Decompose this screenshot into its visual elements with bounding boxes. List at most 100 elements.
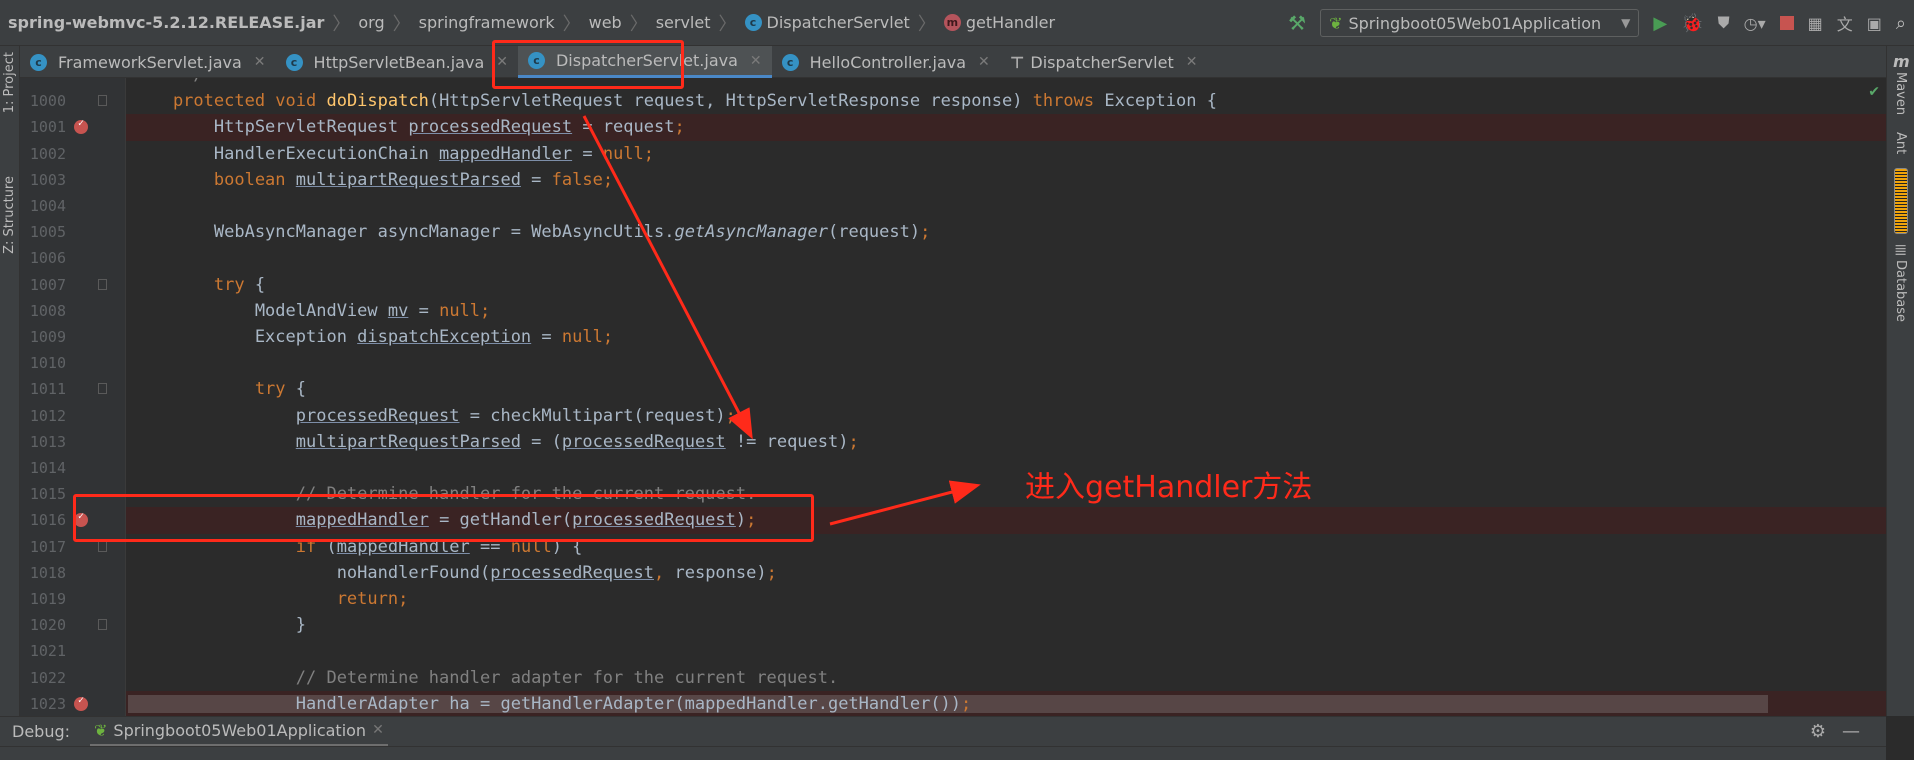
- gear-icon[interactable]: ⚙: [1810, 721, 1826, 742]
- fold-marker-icon[interactable]: [98, 95, 107, 107]
- code-line[interactable]: 1011 try {: [20, 376, 1886, 402]
- debug-bug-icon[interactable]: 🐞: [1681, 13, 1703, 34]
- breadcrumb-item[interactable]: spring-webmvc-5.2.12.RELEASE.jar: [8, 13, 324, 32]
- database-tool-button[interactable]: Database: [1893, 260, 1908, 322]
- code-line[interactable]: 1019 return;: [20, 586, 1886, 612]
- structure-icon: ⊤: [1009, 52, 1025, 72]
- minimize-icon[interactable]: —: [1842, 721, 1860, 742]
- code-token: ;: [725, 405, 736, 426]
- search-icon[interactable]: ⌕: [1896, 13, 1906, 34]
- annotation-box-tab: [492, 40, 684, 89]
- close-icon[interactable]: ✕: [1186, 54, 1198, 70]
- code-token: multipartRequestParsed: [295, 431, 521, 452]
- code-line[interactable]: */: [20, 78, 1886, 88]
- main-toolbar: ⚒ ❦ Springboot05Web01Application ▼ ▶ 🐞 ⛊…: [1288, 0, 1906, 46]
- translate-icon[interactable]: 文: [1837, 11, 1853, 35]
- ant-tool-button[interactable]: Ant: [1893, 132, 1908, 154]
- line-number: 1005: [29, 223, 66, 242]
- method-icon: m: [943, 14, 961, 31]
- project-structure-icon[interactable]: ▦: [1808, 14, 1823, 33]
- breadcrumb-separator-icon: 〉: [332, 13, 351, 35]
- code-line[interactable]: 1009 Exception dispatchException = null;: [20, 324, 1886, 350]
- code-token: multipartRequestParsed: [295, 169, 521, 190]
- code-text: */: [132, 78, 203, 88]
- breadcrumb-item[interactable]: servlet: [656, 13, 711, 32]
- fold-marker-icon[interactable]: [98, 383, 107, 395]
- code-line[interactable]: 1006: [20, 245, 1886, 271]
- fold-marker-icon[interactable]: [98, 278, 107, 290]
- close-icon[interactable]: ✕: [372, 722, 384, 738]
- code-line[interactable]: 1012 processedRequest = checkMultipart(r…: [20, 403, 1886, 429]
- coverage-icon[interactable]: ⛊: [1718, 13, 1730, 33]
- code-line[interactable]: 1004: [20, 193, 1886, 219]
- run-icon[interactable]: ▶: [1653, 13, 1667, 34]
- line-number: 1010: [29, 354, 66, 373]
- breadcrumb-item[interactable]: c DispatcherServlet: [744, 13, 910, 32]
- terminal-icon[interactable]: ▣: [1867, 14, 1882, 33]
- code-line[interactable]: 1010: [20, 350, 1886, 376]
- run-configuration-label: Springboot05Web01Application: [1348, 13, 1602, 33]
- breadcrumb-item[interactable]: org: [358, 13, 384, 32]
- code-text: multipartRequestParsed = (processedReque…: [132, 429, 859, 455]
- profiler-icon[interactable]: ◷▾: [1744, 14, 1766, 33]
- code-line[interactable]: 1020 }: [20, 612, 1886, 638]
- code-token: != request): [725, 431, 849, 452]
- breadcrumb-item[interactable]: springframework: [419, 13, 555, 32]
- code-line[interactable]: 1005 WebAsyncManager asyncManager = WebA…: [20, 219, 1886, 245]
- code-line[interactable]: 1018 noHandlerFound(processedRequest, re…: [20, 560, 1886, 586]
- structure-tool-button[interactable]: Z: Structure: [2, 176, 17, 254]
- code-token: getAsyncManager: [674, 222, 828, 243]
- breadcrumb-item[interactable]: m getHandler: [943, 13, 1055, 32]
- tab-frameworkservlet-java[interactable]: c FrameworkServlet.java ✕: [20, 46, 276, 78]
- stop-icon[interactable]: [1779, 16, 1794, 30]
- code-text: boolean multipartRequestParsed = false;: [132, 167, 613, 193]
- code-line[interactable]: 1023 HandlerAdapter ha = getHandlerAdapt…: [30, 688, 1886, 716]
- tab-httpservletbean-java[interactable]: c HttpServletBean.java ✕: [276, 46, 518, 78]
- breadcrumb-label: DispatcherServlet: [766, 13, 910, 32]
- code-line[interactable]: 1001 HttpServletRequest processedRequest…: [30, 111, 1886, 141]
- close-icon[interactable]: ✕: [750, 53, 762, 69]
- code-line[interactable]: 1014: [20, 455, 1886, 481]
- code-editor[interactable]: ✔ */1000 protected void doDispatch(HttpS…: [20, 78, 1886, 716]
- close-icon[interactable]: ✕: [254, 54, 266, 70]
- code-line[interactable]: 1002 HandlerExecutionChain mappedHandler…: [20, 141, 1886, 167]
- code-token: try: [132, 379, 296, 400]
- fold-marker-icon[interactable]: [98, 540, 107, 552]
- close-icon[interactable]: ✕: [978, 54, 990, 70]
- code-line[interactable]: 1008 ModelAndView mv = null;: [20, 298, 1886, 324]
- line-number: 1008: [29, 301, 66, 320]
- run-configuration-dropdown[interactable]: ❦ Springboot05Web01Application ▼: [1320, 9, 1640, 37]
- code-token: = checkMultipart(request): [459, 405, 726, 426]
- code-text: // Determine handler adapter for the cur…: [132, 665, 838, 691]
- code-line[interactable]: 1013 multipartRequestParsed = (processed…: [20, 429, 1886, 455]
- maven-tool-button[interactable]: Maven: [1893, 72, 1908, 115]
- code-line[interactable]: 1007 try {: [20, 272, 1886, 298]
- debug-session-tab[interactable]: ❦ Springboot05Web01Application ✕: [90, 717, 388, 747]
- code-token: try: [132, 274, 255, 295]
- tab-dispatcherservlet[interactable]: ⊤ DispatcherServlet ✕: [1000, 46, 1208, 78]
- code-line[interactable]: 1022 // Determine handler adapter for th…: [20, 665, 1886, 691]
- breadcrumb-label: servlet: [655, 13, 711, 32]
- right-tool-strip: m Maven Ant ≣ Database: [1886, 46, 1914, 716]
- breadcrumb-item[interactable]: web: [589, 13, 622, 32]
- breadcrumb-label: springframework: [418, 13, 555, 32]
- line-number: 1000: [29, 92, 66, 111]
- tab-hellocontroller-java[interactable]: c HelloController.java ✕: [772, 46, 1000, 78]
- code-token: HttpServletRequest: [132, 117, 409, 138]
- code-line[interactable]: 1000 protected void doDispatch(HttpServl…: [20, 88, 1886, 114]
- code-token: */: [132, 78, 203, 85]
- fold-marker-icon[interactable]: [98, 619, 107, 631]
- code-line[interactable]: 1003 boolean multipartRequestParsed = fa…: [20, 167, 1886, 193]
- line-number: 1009: [29, 328, 66, 346]
- breakpoint-icon[interactable]: [74, 688, 88, 714]
- breadcrumb-separator-icon: 〉: [917, 13, 936, 35]
- memory-indicator: [1894, 168, 1908, 234]
- code-token: null;: [561, 327, 614, 347]
- project-tool-button[interactable]: 1: Project: [2, 52, 17, 113]
- code-text: try {: [132, 376, 306, 402]
- code-line[interactable]: 1021: [20, 638, 1886, 664]
- build-hammer-icon[interactable]: ⚒: [1288, 11, 1306, 35]
- code-text: noHandlerFound(processedRequest, respons…: [132, 560, 777, 586]
- line-number: 1001: [29, 118, 66, 137]
